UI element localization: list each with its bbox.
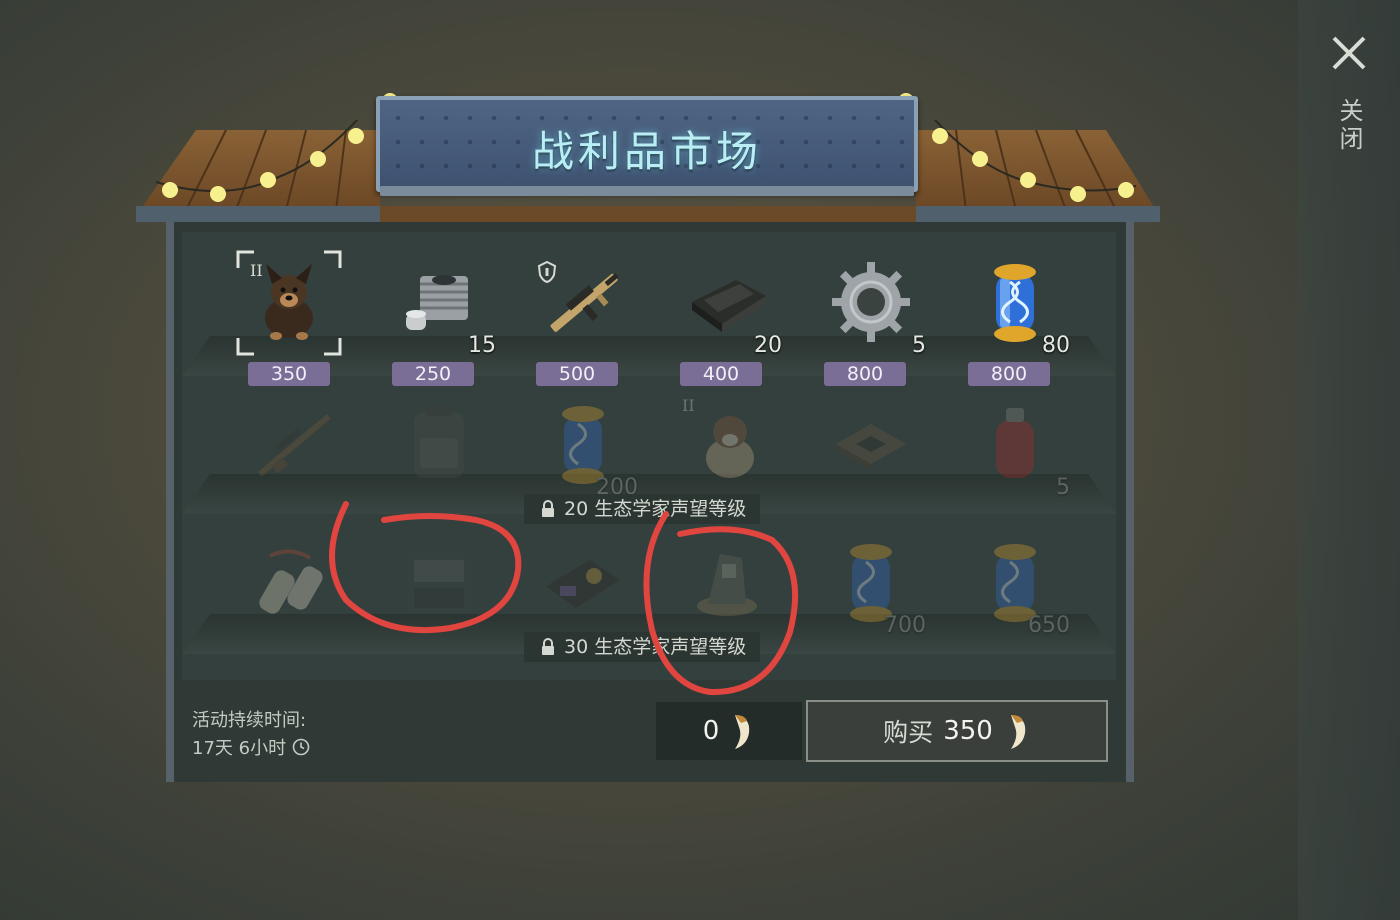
shop-item-gear[interactable]: 5 [816, 250, 926, 360]
shop-item-leather[interactable]: 20 [672, 250, 782, 360]
lock-icon [542, 500, 554, 517]
shop-item-dna-capsule: 700 [816, 530, 926, 640]
price-tag: 250 [392, 362, 474, 386]
price-tag: 800 [968, 362, 1050, 386]
item-quantity: 15 [468, 333, 496, 358]
puppy-icon [265, 264, 313, 340]
item-quantity: 650 [1028, 613, 1070, 638]
close-icon[interactable] [1326, 30, 1372, 76]
lock-requirement: 30 生态学家声望等级 [564, 636, 747, 658]
backpack-icon [414, 406, 464, 478]
buy-price: 350 [943, 716, 993, 746]
gas-tank-icon [996, 408, 1034, 478]
scrap-pile-icon [697, 554, 757, 616]
price-tag: 350 [248, 362, 330, 386]
currency-balance: 0 [656, 702, 802, 760]
shop-item-backpack [384, 392, 494, 502]
shop-item-dna-capsule: 650 [960, 530, 1070, 640]
shop-item-dog: II [672, 392, 782, 502]
item-quantity: 80 [1042, 333, 1070, 358]
dog-icon [706, 416, 754, 478]
balance-amount: 0 [702, 716, 720, 746]
lock-requirement: 20 生态学家声望等级 [564, 498, 747, 520]
lock-banner: 20 生态学家声望等级 [524, 494, 761, 524]
lock-banner: 30 生态学家声望等级 [524, 632, 761, 662]
bandage-supplies-icon [259, 549, 323, 614]
shop-item-engine-cylinder[interactable]: 15 [386, 250, 496, 360]
badge-wallet-icon [546, 560, 620, 608]
page-title: 战利品市场 [531, 127, 762, 176]
sign-bar [380, 186, 914, 196]
tier-badge: II [682, 396, 695, 415]
shop-item-dna-capsule[interactable]: 80 [960, 250, 1070, 360]
item-quantity: 5 [1056, 475, 1070, 500]
shop-item-circuit-board [816, 392, 926, 502]
lock-icon [542, 638, 554, 655]
shop-item-gas-tank: 5 [960, 392, 1070, 502]
duration-value: 17天 6小时 [192, 734, 310, 760]
shop-item-puppy[interactable] [234, 250, 344, 360]
buy-label: 购买 [883, 718, 934, 747]
close-label[interactable]: 关闭 [1333, 98, 1367, 154]
shop-item-scrap-pile [672, 530, 782, 640]
shop-item-dna-capsule: 200 [528, 392, 638, 502]
fang-icon [1010, 715, 1026, 749]
item-quantity: 20 [754, 333, 782, 358]
toolbox-icon [408, 554, 470, 614]
item-quantity: 5 [912, 333, 926, 358]
circuit-board-icon [836, 424, 906, 470]
clock-icon [292, 738, 310, 756]
shop-item-bandage-supplies [240, 530, 350, 640]
price-tag: 800 [824, 362, 906, 386]
price-tag: 400 [680, 362, 762, 386]
item-quantity: 700 [884, 613, 926, 638]
shield-icon [537, 260, 557, 284]
sniper-rifle-icon [257, 414, 331, 477]
duration-label: 活动持续时间: [192, 710, 307, 731]
title-sign: 战利品市场 [376, 96, 918, 192]
price-tag: 500 [536, 362, 618, 386]
buy-button[interactable]: 购买 350 [806, 700, 1108, 762]
duration-text: 17天 6小时 [192, 738, 287, 759]
fang-icon [735, 715, 750, 749]
shop-item-sniper-rifle [240, 392, 350, 502]
gear-icon [832, 262, 910, 342]
shop-item-badge-wallet [528, 530, 638, 640]
shop-item-rifle[interactable] [530, 250, 640, 360]
shop-item-toolbox [384, 530, 494, 640]
